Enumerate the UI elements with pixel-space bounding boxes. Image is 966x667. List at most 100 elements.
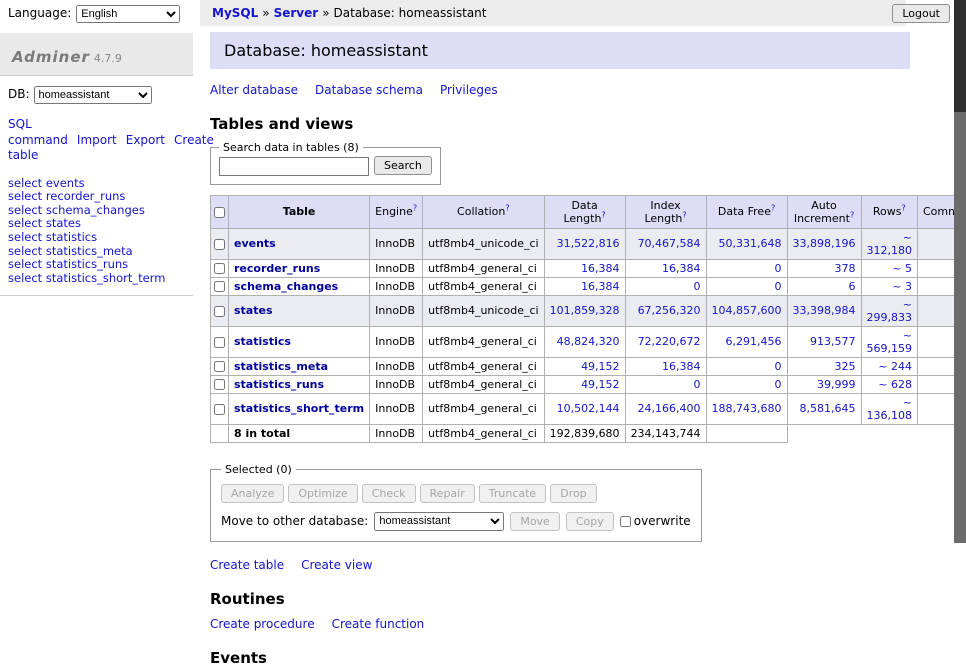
doc-link[interactable]: ? — [413, 203, 417, 212]
table-name-link[interactable]: statistics_meta — [234, 360, 328, 373]
table-name-link[interactable]: statistics — [234, 335, 291, 348]
sidebar-select-link[interactable]: select — [8, 230, 42, 244]
cell-auto-increment-link[interactable]: 6 — [849, 280, 856, 293]
table-name-link[interactable]: statistics_short_term — [234, 402, 364, 415]
overwrite-checkbox[interactable] — [620, 516, 631, 527]
drop-button[interactable]: Drop — [550, 484, 596, 503]
cell-auto-increment-link[interactable]: 33,898,196 — [793, 237, 856, 250]
cell-data-free-link[interactable]: 188,743,680 — [712, 402, 782, 415]
sql-command-link[interactable]: SQL command — [8, 117, 68, 147]
create-function-link[interactable]: Create function — [332, 617, 425, 631]
table-name-link[interactable]: schema_changes — [234, 280, 338, 293]
table-name-link[interactable]: events — [234, 237, 276, 250]
cell-index-length-link[interactable]: 67,256,320 — [638, 304, 701, 317]
doc-link[interactable]: ? — [601, 210, 605, 219]
cell-rows-link[interactable]: ~ 244 — [878, 360, 912, 373]
breadcrumb-link[interactable]: Server — [274, 6, 319, 20]
cell-data-length-link[interactable]: 16,384 — [581, 280, 620, 293]
table-name-link[interactable]: recorder_runs — [234, 262, 320, 275]
sidebar-select-link[interactable]: select — [8, 257, 42, 271]
sidebar-select-link[interactable]: select — [8, 216, 42, 230]
cell-data-free-link[interactable]: 6,291,456 — [726, 335, 782, 348]
row-checkbox[interactable] — [214, 263, 225, 274]
row-checkbox[interactable] — [214, 281, 225, 292]
cell-rows-link[interactable]: ~ 628 — [878, 378, 912, 391]
row-checkbox[interactable] — [214, 306, 225, 317]
doc-link[interactable]: ? — [505, 203, 509, 212]
sidebar-select-link[interactable]: select — [8, 203, 42, 217]
cell-data-free-link[interactable]: 0 — [775, 280, 782, 293]
language-select[interactable]: English — [76, 5, 180, 23]
cell-auto-increment-link[interactable]: 325 — [835, 360, 856, 373]
repair-button[interactable]: Repair — [420, 484, 475, 503]
cell-rows-link[interactable]: ~ 569,159 — [867, 329, 913, 355]
truncate-button[interactable]: Truncate — [479, 484, 546, 503]
cell-rows-link[interactable]: ~ 5 — [892, 262, 912, 275]
cell-data-length-link[interactable]: 48,824,320 — [557, 335, 620, 348]
doc-link[interactable]: ? — [901, 203, 905, 212]
cell-data-length-link[interactable]: 10,502,144 — [557, 402, 620, 415]
sidebar-table-link[interactable]: statistics_runs — [46, 257, 128, 271]
table-name-link[interactable]: states — [234, 304, 273, 317]
cell-index-length-link[interactable]: 72,220,672 — [638, 335, 701, 348]
cell-data-free-link[interactable]: 0 — [775, 378, 782, 391]
cell-auto-increment-link[interactable]: 33,398,984 — [793, 304, 856, 317]
cell-data-free-link[interactable]: 104,857,600 — [712, 304, 782, 317]
database-schema-link[interactable]: Database schema — [315, 83, 423, 97]
cell-index-length-link[interactable]: 0 — [694, 378, 701, 391]
create-table-link[interactable]: Create table — [210, 558, 284, 572]
move-db-select[interactable]: homeassistant — [374, 512, 504, 531]
cell-auto-increment-link[interactable]: 378 — [835, 262, 856, 275]
cell-data-free-link[interactable]: 0 — [775, 262, 782, 275]
cell-auto-increment-link[interactable]: 913,577 — [810, 335, 856, 348]
cell-index-length-link[interactable]: 70,467,584 — [638, 237, 701, 250]
search-input[interactable] — [219, 157, 369, 176]
cell-data-length-link[interactable]: 31,522,816 — [557, 237, 620, 250]
create-view-link[interactable]: Create view — [301, 558, 372, 572]
row-checkbox[interactable] — [214, 361, 225, 372]
cell-index-length-link[interactable]: 16,384 — [662, 360, 701, 373]
privileges-link[interactable]: Privileges — [440, 83, 498, 97]
row-checkbox[interactable] — [214, 379, 225, 390]
analyze-button[interactable]: Analyze — [221, 484, 284, 503]
cell-data-free-link[interactable]: 50,331,648 — [719, 237, 782, 250]
sidebar-table-link[interactable]: events — [46, 176, 85, 190]
cell-data-length-link[interactable]: 49,152 — [581, 378, 620, 391]
row-checkbox[interactable] — [214, 337, 225, 348]
sidebar-table-link[interactable]: statistics — [46, 230, 97, 244]
cell-rows-link[interactable]: ~ 136,108 — [867, 396, 913, 422]
doc-link[interactable]: ? — [682, 210, 686, 219]
cell-auto-increment-link[interactable]: 8,581,645 — [800, 402, 856, 415]
table-name-link[interactable]: statistics_runs — [234, 378, 324, 391]
sidebar-table-link[interactable]: schema_changes — [46, 203, 145, 217]
select-all-checkbox[interactable] — [214, 207, 225, 218]
move-button[interactable]: Move — [510, 512, 560, 531]
row-checkbox[interactable] — [214, 239, 225, 250]
cell-data-free-link[interactable]: 0 — [775, 360, 782, 373]
cell-rows-link[interactable]: ~ 3 — [892, 280, 912, 293]
sidebar-table-link[interactable]: states — [46, 216, 81, 230]
optimize-button[interactable]: Optimize — [288, 484, 357, 503]
create-procedure-link[interactable]: Create procedure — [210, 617, 315, 631]
sidebar-select-link[interactable]: select — [8, 271, 42, 285]
logout-button[interactable]: Logout — [892, 4, 950, 23]
sidebar-select-link[interactable]: select — [8, 176, 42, 190]
alter-database-link[interactable]: Alter database — [210, 83, 298, 97]
cell-index-length-link[interactable]: 24,166,400 — [638, 402, 701, 415]
copy-button[interactable]: Copy — [566, 512, 614, 531]
check-button[interactable]: Check — [362, 484, 416, 503]
db-select[interactable]: homeassistant — [34, 86, 152, 104]
cell-auto-increment-link[interactable]: 39,999 — [817, 378, 856, 391]
breadcrumb-link[interactable]: MySQL — [212, 6, 258, 20]
sidebar-select-link[interactable]: select — [8, 189, 42, 203]
export-link[interactable]: Export — [126, 133, 165, 147]
cell-rows-link[interactable]: ~ 312,180 — [867, 231, 913, 257]
cell-index-length-link[interactable]: 16,384 — [662, 262, 701, 275]
scrollbar-thumb[interactable] — [954, 0, 966, 112]
sidebar-select-link[interactable]: select — [8, 244, 42, 258]
cell-data-length-link[interactable]: 16,384 — [581, 262, 620, 275]
doc-link[interactable]: ? — [771, 203, 775, 212]
scrollbar[interactable] — [954, 0, 966, 543]
cell-index-length-link[interactable]: 0 — [694, 280, 701, 293]
sidebar-table-link[interactable]: statistics_meta — [46, 244, 133, 258]
